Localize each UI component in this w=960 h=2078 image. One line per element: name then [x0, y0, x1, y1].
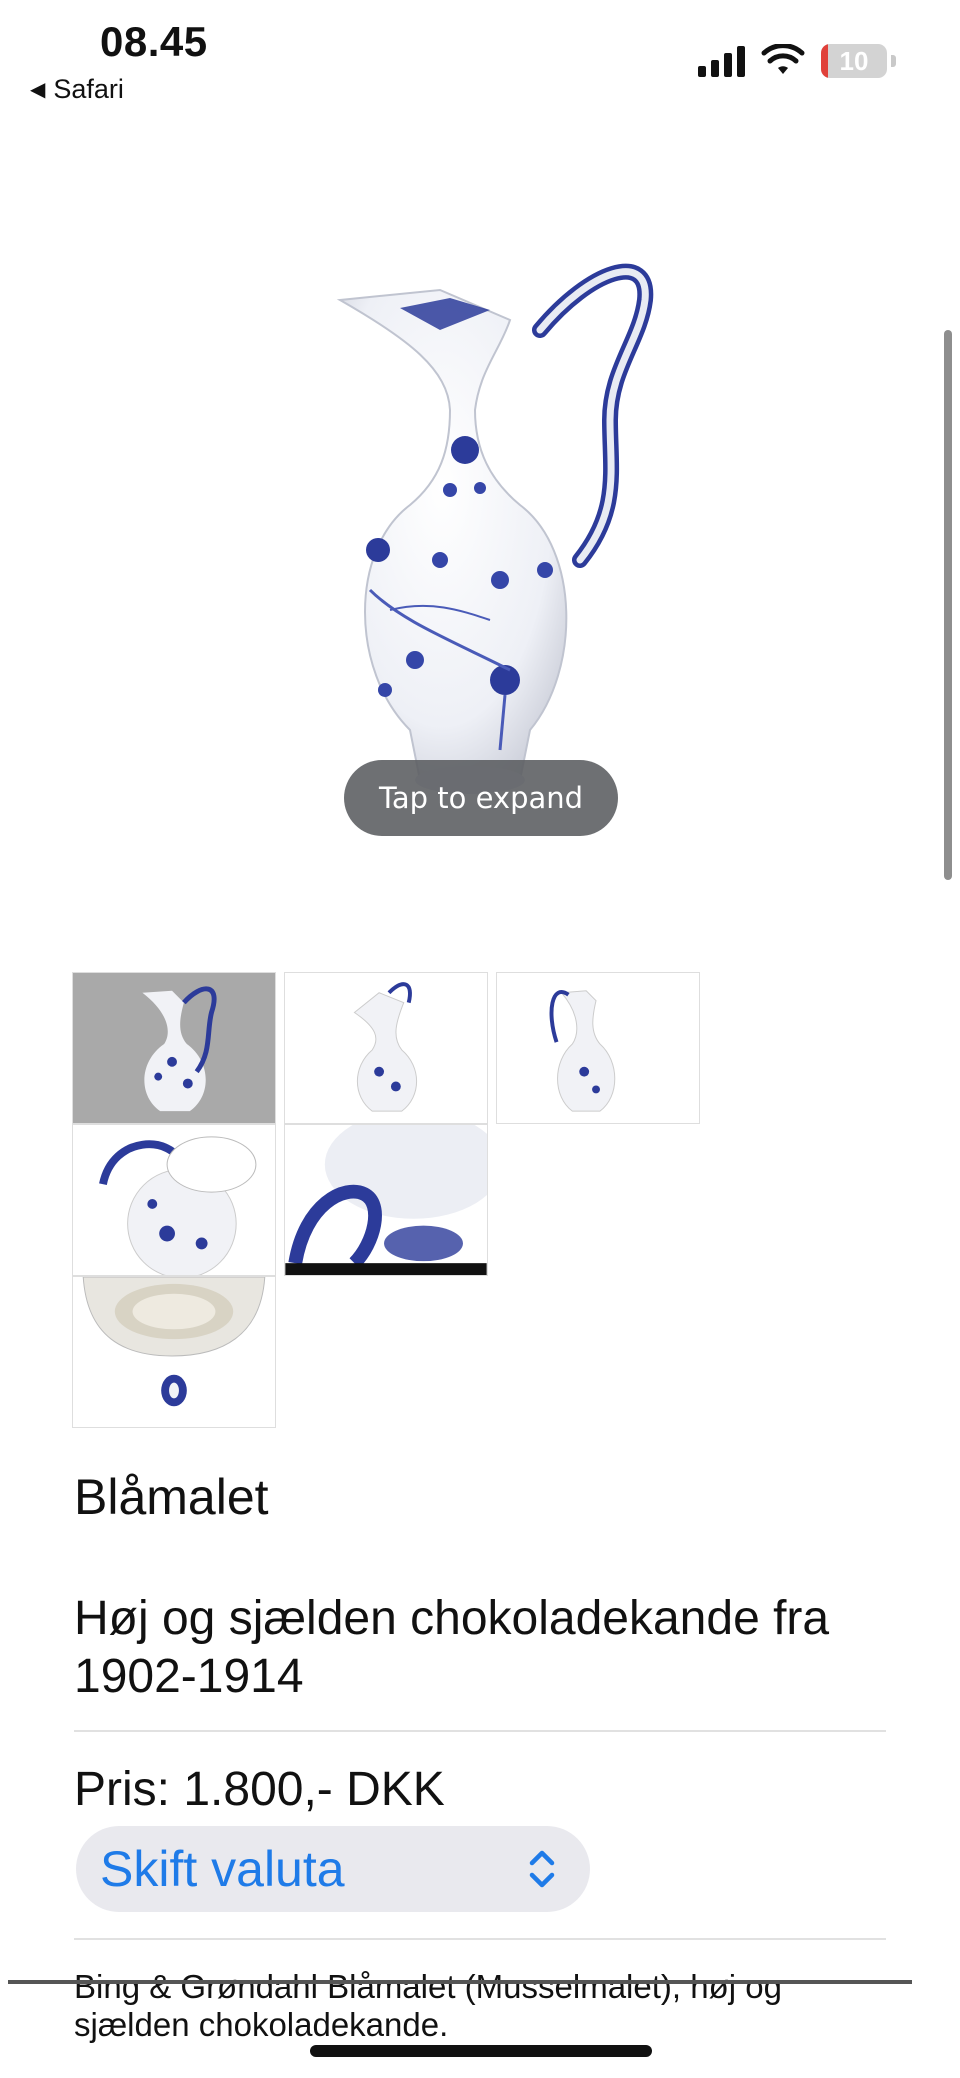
scrollbar[interactable] — [944, 330, 952, 880]
thumbnail-base-stamp[interactable] — [72, 1276, 276, 1428]
thumbnail-top-view[interactable] — [72, 1124, 276, 1276]
divider — [74, 1730, 886, 1732]
chevron-updown-icon — [529, 1850, 555, 1888]
thumbnail-front-view[interactable] — [72, 972, 276, 1124]
home-indicator[interactable] — [310, 2045, 652, 2057]
product-collection: Blåmalet — [74, 1469, 269, 1525]
thumbnail-grid — [72, 972, 704, 1428]
back-to-safari-button[interactable]: ◀ Safari — [30, 74, 124, 105]
thumbnail-handle-detail[interactable] — [284, 1124, 488, 1276]
battery-tip — [891, 55, 896, 67]
wifi-icon — [761, 44, 805, 74]
product-title: Høj og sjælden chokoladekande fra 1902-1… — [74, 1592, 830, 1703]
battery-level: 10 — [839, 45, 869, 76]
tap-to-expand-hint[interactable]: Tap to expand — [344, 760, 618, 836]
thumbnail-side-view[interactable] — [284, 972, 488, 1124]
overlay-line — [8, 1980, 912, 1984]
status-indicators: 10 — [698, 44, 896, 78]
status-time: 08.45 — [100, 18, 208, 65]
back-app-label: Safari — [53, 74, 124, 104]
product-price: Pris: 1.800,- DKK — [74, 1763, 445, 1816]
signal-icon — [698, 45, 745, 77]
change-currency-select[interactable]: Skift valuta — [76, 1826, 590, 1912]
currency-select-label: Skift valuta — [100, 1841, 345, 1897]
product-main-image[interactable] — [290, 260, 670, 820]
battery-icon: 10 — [821, 44, 887, 78]
thumbnail-back-view[interactable] — [496, 972, 700, 1124]
back-triangle-icon: ◀ — [30, 79, 46, 101]
divider — [74, 1938, 886, 1940]
